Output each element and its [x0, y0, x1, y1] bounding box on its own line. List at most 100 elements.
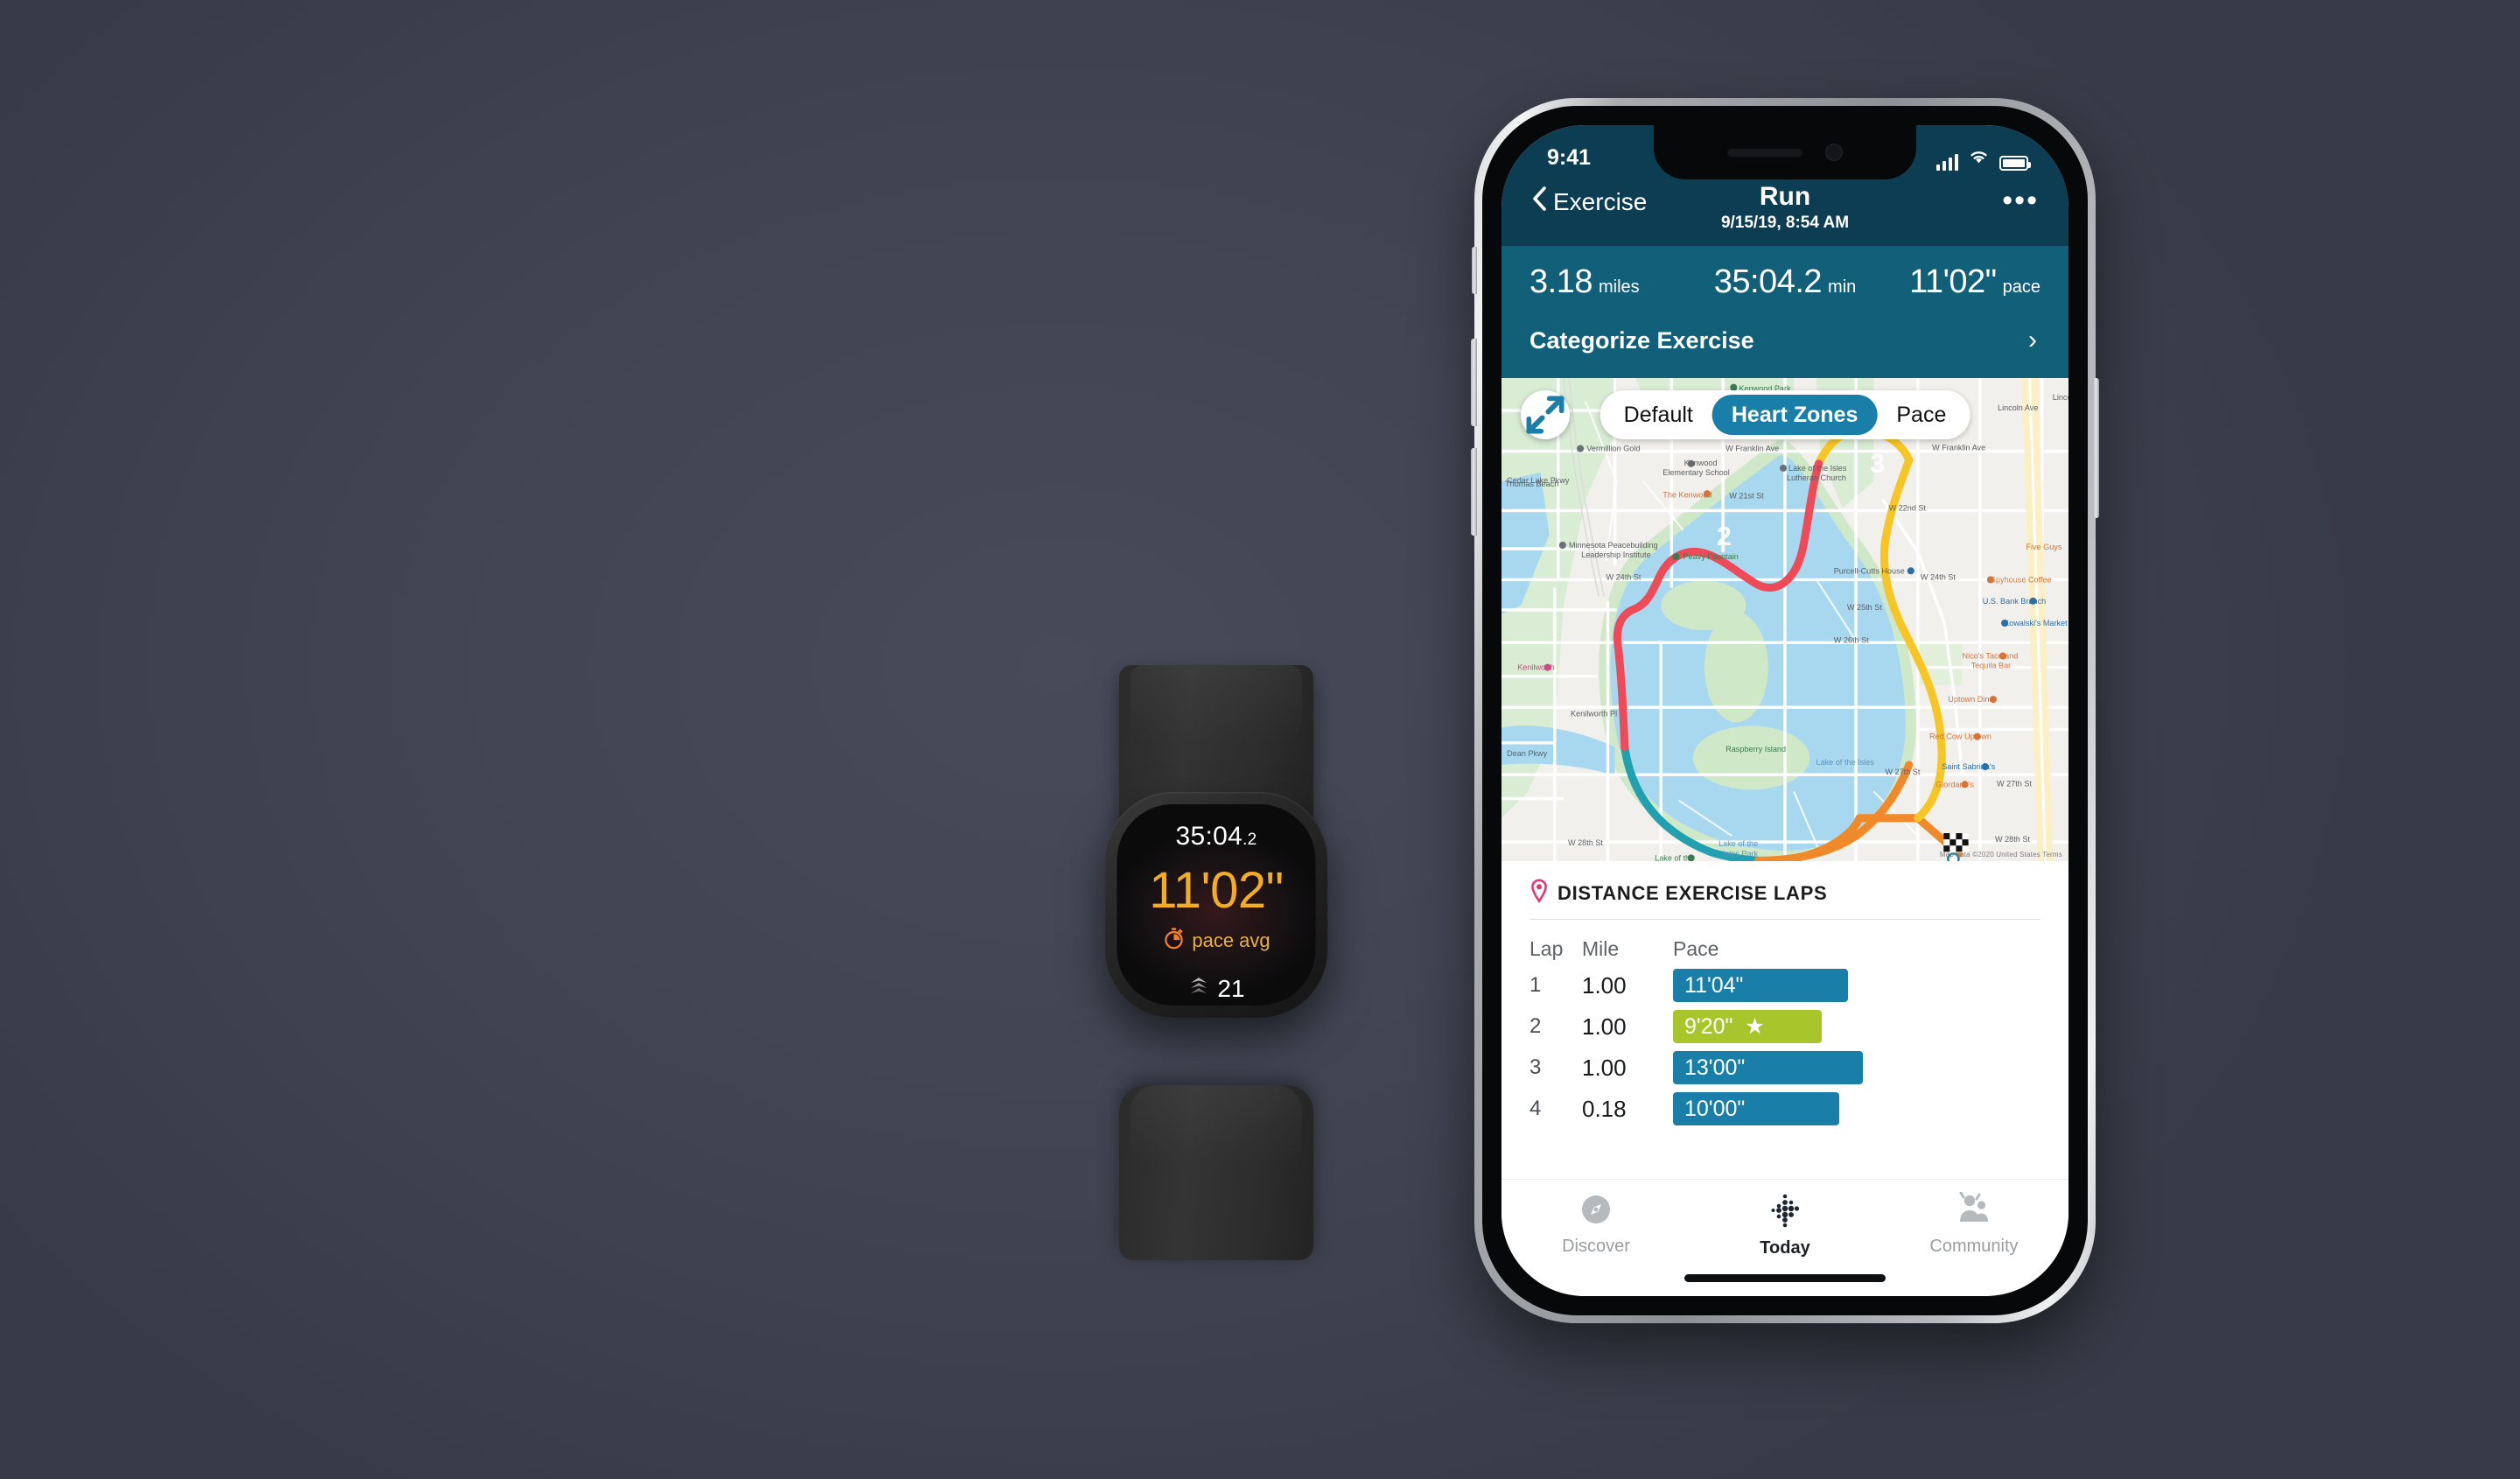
col-header-lap: Lap	[1530, 937, 1564, 960]
lap-pace-value: 13'00"	[1684, 1055, 1746, 1080]
lap-mile: 1.00	[1582, 971, 1627, 999]
laps-title: DISTANCE EXERCISE LAPS	[1558, 881, 1828, 904]
lap-pace-value: 11'04"	[1684, 972, 1744, 998]
lap-number: 4	[1530, 1097, 1542, 1120]
map-label: Purcell-Cutts House	[1834, 566, 1905, 575]
map-label: Lincoln Ave	[2053, 393, 2068, 402]
lap-pace-value: 9'20"	[1684, 1013, 1733, 1039]
map-mode-segmented-control: Default Heart Zones Pace	[1600, 390, 1970, 439]
map-label: Spyhouse Coffee	[1991, 575, 2052, 584]
laps-section: DISTANCE EXERCISE LAPS Lap Mile Pace 1 1.…	[1502, 861, 2068, 1179]
map-label: W 26th St	[1834, 635, 1869, 644]
phone-screen: 9:41 Exercise Run 9/15/19, 8:54 AM ••• 3…	[1502, 125, 2068, 1296]
mile-marker-2: 2	[1717, 522, 1732, 551]
lap-pace-bar: 11'04"	[1673, 969, 1848, 1002]
map-label: Saint Sabrina's	[1942, 762, 1995, 771]
tab-community-label: Community	[1929, 1237, 2019, 1256]
cellular-bars-icon	[1936, 153, 1958, 171]
map-label: Kenilworth	[1517, 663, 1555, 672]
tab-discover[interactable]: Discover	[1502, 1192, 1690, 1258]
lap-pace-bar: 13'00"	[1673, 1051, 1863, 1084]
map-canvas: 2 3 Kenwood ParkVermillion GoldKenwoodEl…	[1502, 378, 2068, 861]
watch-pace-label: pace avg	[1192, 929, 1270, 951]
col-header-mile: Mile	[1582, 937, 1620, 960]
map-label: Peavy Fountain	[1684, 552, 1739, 561]
watch-body: 35:04.2 11'02" pace avg 21	[1104, 792, 1328, 1018]
watch-screen[interactable]: 35:04.2 11'02" pace avg 21	[1116, 804, 1316, 1006]
map-label: U.S. Bank Branch	[1983, 597, 2046, 606]
map-label: Thomas Beach	[1505, 480, 1558, 488]
expand-map-button[interactable]	[1521, 390, 1570, 439]
map-label: Isles Park	[1723, 849, 1758, 858]
map-label: W Franklin Ave	[1726, 445, 1779, 453]
volume-down-button[interactable]	[1471, 448, 1477, 536]
silent-switch-button[interactable]	[1472, 247, 1477, 294]
tab-community[interactable]: Community	[1880, 1191, 2068, 1258]
map-label: W 24th St	[1921, 572, 1956, 581]
wifi-icon	[1968, 145, 1990, 171]
stopwatch-icon	[1162, 927, 1185, 955]
bottom-tab-bar: Discover Today Community	[1502, 1179, 2068, 1264]
map-label: W 24th St	[1606, 572, 1641, 581]
tab-default[interactable]: Default	[1605, 395, 1712, 435]
chevron-right-icon: ›	[2028, 326, 2037, 354]
map-label: Minnesota Peacebuilding	[1569, 541, 1658, 550]
front-camera-icon	[1825, 144, 1843, 161]
fitbit-dots-icon	[1767, 1192, 1803, 1233]
map-label: Lake of the Isles	[1816, 758, 1874, 767]
table-row: 3 1.00 13'00"	[1502, 1043, 2068, 1084]
map-label: Tequila Bar	[1971, 662, 2012, 670]
lap-pace-value: 10'00"	[1684, 1096, 1746, 1121]
power-button[interactable]	[2093, 378, 2099, 518]
map-label: Dean Pkwy	[1507, 749, 1548, 758]
summary-stats: 3.18 miles 35:04.2 min 11'02" pace	[1502, 246, 2068, 320]
back-button[interactable]: Exercise	[1531, 183, 1647, 218]
lap-number: 1	[1530, 973, 1542, 997]
map-label: Giordano's	[1936, 780, 1974, 789]
map-label: Lake of the	[1655, 853, 1694, 861]
mile-marker-3: 3	[1870, 450, 1885, 479]
home-indicator[interactable]	[1502, 1264, 2068, 1296]
watch-pace-label-row: pace avg	[1162, 927, 1270, 955]
tab-heart-zones[interactable]: Heart Zones	[1712, 395, 1878, 435]
map-label: W 27th St	[1997, 779, 2032, 788]
phone-bezel: 9:41 Exercise Run 9/15/19, 8:54 AM ••• 3…	[1482, 106, 2088, 1315]
lap-number: 3	[1530, 1055, 1542, 1079]
phone-frame: 9:41 Exercise Run 9/15/19, 8:54 AM ••• 3…	[1471, 98, 2099, 1323]
more-options-button[interactable]: •••	[2002, 183, 2039, 215]
categorize-exercise-row[interactable]: Categorize Exercise ›	[1502, 320, 2068, 378]
map-label: Lake of the Isles	[1788, 464, 1847, 473]
laps-header: DISTANCE EXERCISE LAPS	[1502, 879, 2068, 919]
people-icon	[1956, 1191, 1992, 1231]
map-label: Five Guys	[2026, 543, 2062, 551]
stat-distance: 3.18 miles	[1530, 263, 1640, 300]
tab-discover-label: Discover	[1562, 1237, 1630, 1256]
laps-column-headers: Lap Mile Pace	[1502, 920, 2068, 961]
chevron-left-icon	[1531, 186, 1547, 218]
laps-rows: 1 1.00 11'04" 2 1.00 9'20" ★ 3 1.00 13'00" 4 0.18 10…	[1502, 961, 2068, 1125]
compass-icon	[1578, 1192, 1614, 1231]
map-label: Vermillion Gold	[1586, 445, 1640, 453]
col-header-pace: Pace	[1673, 937, 1719, 960]
map-label: W 28th St	[1568, 838, 1603, 847]
map-attribution: Map data ©2020 United States Terms	[1939, 851, 2062, 859]
tab-pace[interactable]: Pace	[1877, 395, 1965, 435]
status-bar-time: 9:41	[1547, 144, 1592, 170]
stat-duration: 35:04.2 min	[1713, 263, 1857, 300]
map-label: Elementary School	[1662, 468, 1729, 477]
lap-mile: 1.00	[1582, 1013, 1627, 1040]
map-label: W 27th St	[1885, 768, 1920, 776]
map-label: Kenilworth Pl	[1571, 709, 1617, 718]
tab-today[interactable]: Today	[1690, 1192, 1880, 1258]
location-pin-icon	[1530, 879, 1549, 908]
phone-notch	[1654, 125, 1916, 179]
earpiece-speaker	[1727, 148, 1802, 157]
volume-up-button[interactable]	[1471, 339, 1477, 426]
route-map[interactable]: 2 3 Kenwood Park Vermillion Gold Kenwood…	[1502, 378, 2068, 861]
map-label: Nico's Taco and	[1963, 652, 2019, 661]
map-label: W Franklin Ave	[1932, 444, 1985, 452]
chevrons-up-icon	[1187, 974, 1209, 1003]
watch-strap-bottom	[1119, 1085, 1313, 1260]
lap-mile: 0.18	[1582, 1095, 1627, 1122]
map-label: W 21st St	[1729, 491, 1764, 500]
